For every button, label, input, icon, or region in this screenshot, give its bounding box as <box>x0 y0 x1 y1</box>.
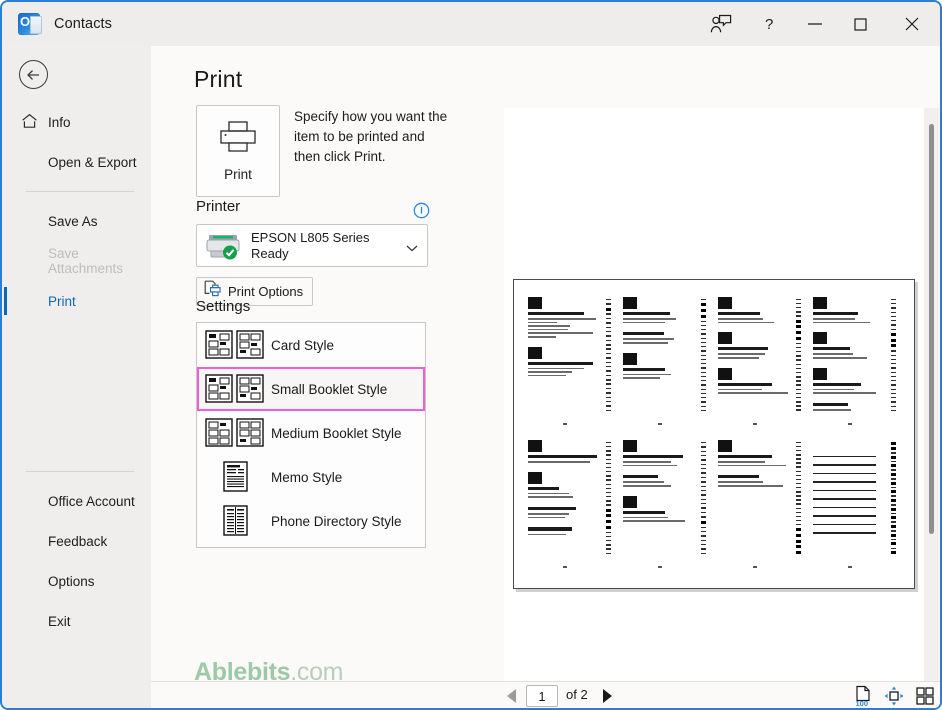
sidebar-item-info[interactable]: Info <box>4 102 151 142</box>
sidebar-item-label: Info <box>48 114 71 130</box>
outlook-contacts-icon <box>18 13 42 35</box>
actual-size-label: 100 <box>855 699 868 707</box>
info-circle-icon[interactable] <box>413 202 430 224</box>
booklet-column <box>527 296 612 426</box>
sidebar-item-label: Feedback <box>48 533 108 549</box>
booklet-column <box>812 296 897 426</box>
style-option-label: Phone Directory Style <box>271 513 402 529</box>
two-page-cards-icon <box>199 373 271 405</box>
minimize-icon[interactable] <box>792 2 838 46</box>
print-preview-area <box>504 108 924 708</box>
printer-name: EPSON L805 Series <box>251 230 370 245</box>
booklet-row-top <box>524 296 904 426</box>
sidebar-item-exit[interactable]: Exit <box>4 601 151 641</box>
booklet-column <box>622 296 707 426</box>
print-options-label: Print Options <box>228 284 304 299</box>
sidebar-item-label: Exit <box>48 613 71 629</box>
settings-section-heading: Settings <box>196 298 251 315</box>
maximize-icon[interactable] <box>838 2 884 46</box>
fit-to-page-icon[interactable] <box>884 685 904 707</box>
print-description: Specify how you want the item to be prin… <box>294 109 448 164</box>
previous-page-arrow-icon[interactable] <box>506 688 518 708</box>
svg-text:?: ? <box>765 16 773 33</box>
preview-bottom-bar: 1 of 2 100 <box>151 681 940 708</box>
actual-size-icon[interactable]: 100 <box>853 685 873 707</box>
booklet-column <box>717 439 802 569</box>
single-page-memo-icon <box>199 460 271 494</box>
zoom-controls: 100 <box>853 685 935 707</box>
booklet-column <box>622 439 707 569</box>
sidebar-item-open-export[interactable]: Open & Export <box>4 142 151 182</box>
booklet-column <box>812 440 897 569</box>
booklet-column <box>527 439 612 569</box>
printer-status: Ready <box>251 246 289 261</box>
style-option-label: Medium Booklet Style <box>271 425 402 441</box>
style-option-phone-directory-style[interactable]: Phone Directory Style <box>197 499 425 543</box>
sidebar-item-options[interactable]: Options <box>4 561 151 601</box>
sidebar-item-label: Save As <box>48 213 98 229</box>
sidebar-item-label: Options <box>48 573 95 589</box>
page-number-input[interactable]: 1 <box>526 685 558 707</box>
sidebar-nav: Info Open & Export Save As Save Attachme… <box>4 102 151 321</box>
sidebar-item-label: Print <box>48 293 76 309</box>
preview-page <box>513 279 915 589</box>
next-page-arrow-icon[interactable] <box>601 688 613 708</box>
booklet-column <box>717 296 802 426</box>
sidebar-item-label: Office Account <box>48 493 135 509</box>
style-option-label: Memo Style <box>271 469 343 485</box>
close-icon[interactable] <box>884 2 940 46</box>
multiple-pages-icon[interactable] <box>915 685 935 707</box>
booklet-row-bottom <box>524 439 904 569</box>
backstage-sidebar: Info Open & Export Save As Save Attachme… <box>4 46 151 708</box>
sidebar-item-feedback[interactable]: Feedback <box>4 521 151 561</box>
sidebar-item-print[interactable]: Print <box>4 281 151 321</box>
app-window: Contacts ? <box>0 0 942 710</box>
sidebar-item-save-as[interactable]: Save As <box>4 201 151 241</box>
back-arrow-icon[interactable] <box>19 60 48 89</box>
two-page-cards-icon <box>199 417 271 449</box>
printer-select[interactable]: EPSON L805 Series Ready <box>196 224 428 267</box>
title-bar: Contacts ? <box>2 2 940 46</box>
home-icon <box>21 113 38 132</box>
help-icon[interactable]: ? <box>746 2 792 46</box>
printer-section-heading: Printer <box>196 198 241 215</box>
style-option-medium-booklet-style[interactable]: Medium Booklet Style <box>197 411 425 455</box>
sidebar-item-label: Open & Export <box>48 154 137 170</box>
window-controls: ? <box>696 2 940 46</box>
page-title: Print <box>194 66 243 92</box>
printer-icon <box>218 120 258 159</box>
sidebar-item-save-attachments: Save Attachments <box>4 241 151 281</box>
printer-device-icon <box>205 232 243 265</box>
person-comment-icon[interactable] <box>696 2 746 46</box>
style-option-memo-style[interactable]: Memo Style <box>197 455 425 499</box>
style-option-label: Small Booklet Style <box>271 381 388 397</box>
booklet-layout <box>524 288 904 580</box>
print-style-list: Card Style Small Booklet Style Medium Bo… <box>196 322 426 548</box>
sidebar-item-label: Save Attachments <box>48 246 124 276</box>
directory-lines <box>812 455 877 541</box>
style-option-label: Card Style <box>271 337 335 353</box>
two-column-directory-icon <box>199 504 271 538</box>
print-button-label: Print <box>224 167 252 182</box>
sidebar-nav-bottom: Office Account Feedback Options Exit <box>4 462 151 641</box>
style-option-card-style[interactable]: Card Style <box>197 323 425 367</box>
two-page-cards-icon <box>199 329 271 361</box>
print-button[interactable]: Print <box>196 105 280 197</box>
preview-scrollbar-thumb[interactable] <box>929 124 934 534</box>
sidebar-divider <box>26 191 134 192</box>
chevron-down-icon[interactable] <box>406 239 418 257</box>
sidebar-item-office-account[interactable]: Office Account <box>4 481 151 521</box>
print-backstage-panel: Print Print Specify how you want the ite… <box>151 46 940 708</box>
page-count-label: of 2 <box>566 687 588 702</box>
window-title: Contacts <box>54 16 113 32</box>
style-option-small-booklet-style[interactable]: Small Booklet Style <box>197 367 425 411</box>
sidebar-divider-bottom <box>26 471 134 472</box>
